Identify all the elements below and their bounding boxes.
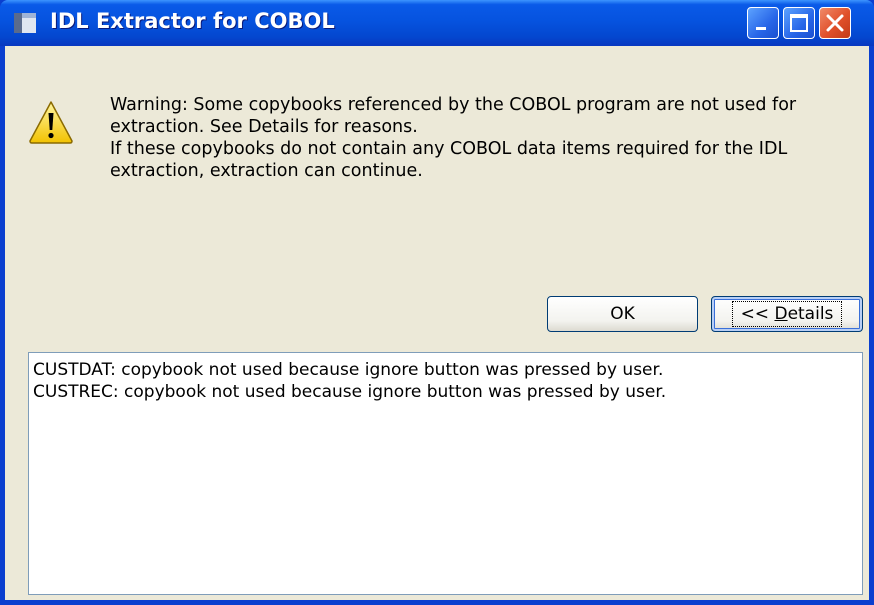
warning-icon xyxy=(28,100,74,144)
details-line: CUSTREC: copybook not used because ignor… xyxy=(33,382,667,402)
ok-button[interactable]: OK xyxy=(547,296,698,332)
dialog-window: IDL Extractor for COBOL Warning: Some co… xyxy=(0,0,874,605)
ok-button-label: OK xyxy=(610,304,635,324)
details-button[interactable]: << Details xyxy=(711,296,863,332)
window-title: IDL Extractor for COBOL xyxy=(50,9,335,33)
close-button[interactable] xyxy=(819,7,851,39)
maximize-button[interactable] xyxy=(783,7,815,39)
maximize-icon xyxy=(790,14,808,32)
message-line-2: If these copybooks do not contain any CO… xyxy=(110,139,788,181)
dialog-body: Warning: Some copybooks referenced by th… xyxy=(5,46,869,600)
minimize-button[interactable] xyxy=(747,7,779,39)
details-text-area[interactable]: CUSTDAT: copybook not used because ignor… xyxy=(28,352,863,595)
title-bar[interactable]: IDL Extractor for COBOL xyxy=(0,0,874,46)
warning-message: Warning: Some copybooks referenced by th… xyxy=(110,94,870,182)
details-button-label: << Details xyxy=(731,301,843,327)
close-icon xyxy=(826,14,844,32)
details-line: CUSTDAT: copybook not used because ignor… xyxy=(33,360,664,380)
app-window-icon xyxy=(12,10,38,36)
message-line-1: Warning: Some copybooks referenced by th… xyxy=(110,95,797,137)
minimize-icon xyxy=(756,27,766,30)
